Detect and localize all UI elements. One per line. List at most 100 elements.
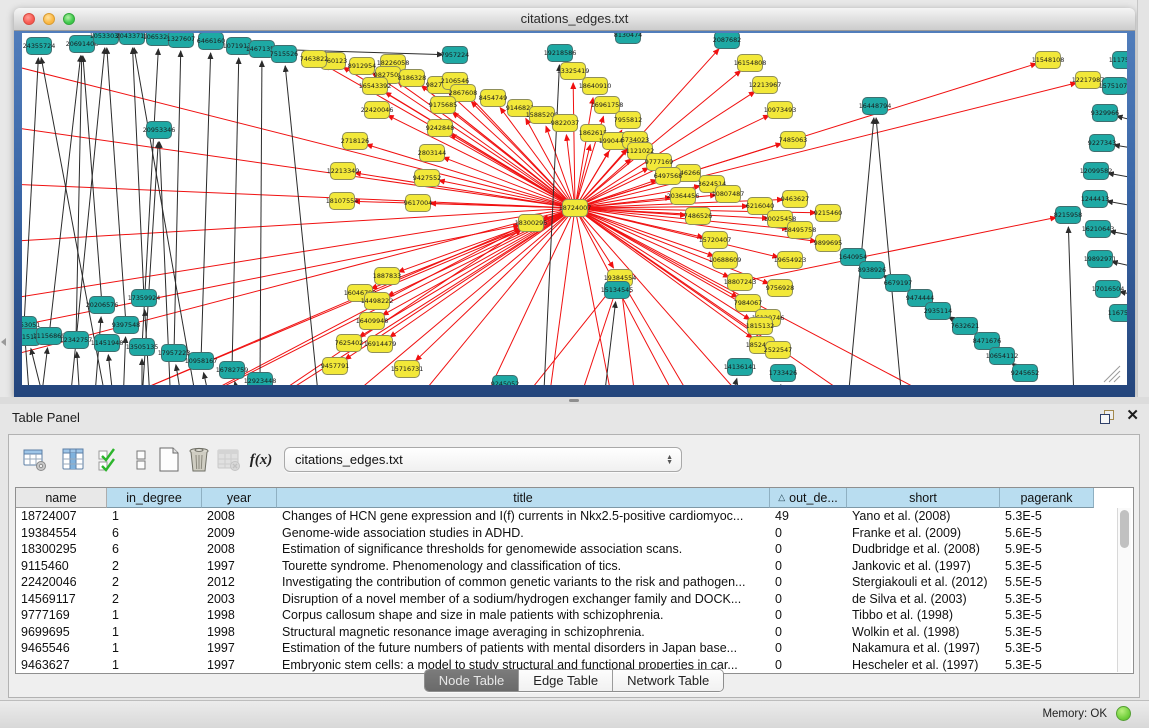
network-node[interactable]: 18724007 — [559, 200, 592, 217]
network-edge[interactable] — [232, 58, 239, 370]
network-node[interactable]: 8912954 — [348, 58, 376, 75]
column-visibility-button[interactable] — [59, 446, 87, 474]
table-cell[interactable]: 5.3E-5 — [1000, 508, 1094, 525]
network-node[interactable]: 9245052 — [491, 376, 519, 386]
table-cell[interactable]: Yano et al. (2008) — [847, 508, 1000, 525]
table-cell[interactable]: de Silva et al. (2003) — [847, 591, 1000, 608]
network-node[interactable]: 7632621 — [951, 318, 979, 335]
network-node[interactable]: 18640910 — [579, 78, 612, 95]
network-node[interactable]: 8454749 — [479, 90, 507, 107]
network-node[interactable]: 16961758 — [591, 97, 624, 114]
network-node[interactable]: 2522547 — [764, 342, 792, 359]
table-row[interactable]: 969969511998Structural magnetic resonanc… — [16, 624, 1133, 641]
network-node[interactable]: 13325419 — [557, 63, 590, 80]
network-edge[interactable] — [52, 228, 520, 385]
network-node[interactable]: 11548108 — [1032, 52, 1065, 69]
tab-edge-table[interactable]: Edge Table — [519, 670, 613, 691]
table-cell[interactable]: 5.3E-5 — [1000, 591, 1094, 608]
table-cell[interactable]: 0 — [770, 591, 847, 608]
network-node[interactable]: 16154808 — [734, 55, 767, 72]
scrollbar-thumb[interactable] — [1120, 510, 1129, 548]
network-edge[interactable] — [22, 225, 519, 333]
table-cell[interactable]: 0 — [770, 607, 847, 624]
network-node[interactable]: 24355724 — [23, 38, 56, 55]
table-cell[interactable]: 9777169 — [16, 607, 107, 624]
table-cell[interactable]: Nakamura et al. (1997) — [847, 640, 1000, 657]
network-node[interactable]: 19654923 — [774, 252, 807, 269]
network-node[interactable]: 11175313 — [1109, 52, 1127, 69]
memory-status-icon[interactable] — [1116, 706, 1131, 721]
table-cell[interactable]: 2009 — [202, 525, 277, 542]
network-node[interactable]: 9397548 — [112, 317, 140, 334]
table-cell[interactable]: 14569117 — [16, 591, 107, 608]
table-cell[interactable]: 1998 — [202, 624, 277, 641]
table-cell[interactable]: 9699695 — [16, 624, 107, 641]
table-cell[interactable]: 6 — [107, 541, 202, 558]
network-edge[interactable] — [204, 373, 217, 385]
network-node[interactable]: 17359924 — [128, 290, 161, 307]
table-cell[interactable]: 5.3E-5 — [1000, 607, 1094, 624]
tab-network-table[interactable]: Network Table — [613, 670, 723, 691]
close-panel-icon[interactable]: ✕ — [1126, 408, 1139, 424]
table-cell[interactable]: 0 — [770, 541, 847, 558]
window-titlebar[interactable]: citations_edges.txt — [14, 8, 1135, 31]
table-cell[interactable]: 5.3E-5 — [1000, 558, 1094, 575]
network-edge[interactable] — [1117, 116, 1127, 128]
table-cell[interactable]: 2 — [107, 591, 202, 608]
table-cell[interactable]: Tourette syndrome. Phenomenology and cla… — [277, 558, 770, 575]
table-options-button[interactable] — [21, 446, 49, 474]
network-node[interactable]: 14498222 — [361, 293, 394, 310]
new-table-button[interactable] — [155, 446, 183, 474]
table-selector-dropdown[interactable]: citations_edges.txt ▲▼ — [284, 447, 682, 472]
table-row[interactable]: 1872400712008Changes of HCN gene express… — [16, 508, 1133, 525]
network-node[interactable]: 1167531 — [1108, 305, 1127, 322]
table-cell[interactable]: 18300295 — [16, 541, 107, 558]
table-cell[interactable]: 0 — [770, 525, 847, 542]
table-cell[interactable]: Tibbo et al. (1998) — [847, 607, 1000, 624]
network-edge[interactable] — [1068, 227, 1075, 385]
network-node[interactable]: 12213967 — [749, 77, 782, 94]
network-node[interactable]: 6466160 — [197, 33, 225, 50]
network-node[interactable]: 7984067 — [734, 295, 762, 312]
table-row[interactable]: 2242004622012Investigating the contribut… — [16, 574, 1133, 591]
network-edge[interactable] — [22, 63, 575, 208]
network-node[interactable]: 11451948 — [91, 335, 124, 352]
table-cell[interactable]: 2003 — [202, 591, 277, 608]
delete-column-button[interactable] — [185, 446, 213, 474]
network-node[interactable]: 7955812 — [614, 112, 642, 129]
table-cell[interactable]: Estimation of significance thresholds fo… — [277, 541, 770, 558]
table-row[interactable]: 1938455462009Genome-wide association stu… — [16, 525, 1133, 542]
column-header-title[interactable]: title — [277, 488, 770, 508]
table-cell[interactable]: 6 — [107, 525, 202, 542]
network-node[interactable]: 13505135 — [126, 339, 159, 356]
column-header-out-de-[interactable]: △out_de... — [770, 488, 847, 508]
network-node[interactable]: 7957224 — [441, 47, 469, 64]
network-node[interactable]: 7463822 — [300, 51, 328, 68]
network-edge[interactable] — [443, 157, 575, 208]
network-node[interactable]: 9245652 — [1011, 365, 1039, 382]
table-row[interactable]: 1456911722003Disruption of a novel membe… — [16, 591, 1133, 608]
network-node[interactable]: 9242848 — [426, 120, 454, 137]
network-canvas[interactable]: 1872400718300295193845548860123891295418… — [22, 33, 1127, 385]
table-cell[interactable]: Corpus callosum shape and size in male p… — [277, 607, 770, 624]
network-node[interactable]: 12342757 — [60, 332, 93, 349]
network-node[interactable]: 9215460 — [814, 205, 842, 222]
network-node[interactable]: 10973493 — [764, 102, 797, 119]
column-header-name[interactable]: name — [16, 488, 107, 508]
network-node[interactable]: 17016504 — [1092, 281, 1125, 298]
network-node[interactable]: 14136141 — [724, 359, 757, 376]
network-node[interactable]: 7515526 — [270, 46, 298, 63]
table-cell[interactable]: Franke et al. (2009) — [847, 525, 1000, 542]
table-cell[interactable]: 0 — [770, 558, 847, 575]
network-node[interactable]: 16914479 — [364, 336, 397, 353]
network-node[interactable]: 9899695 — [814, 235, 842, 252]
network-node[interactable]: 8130474 — [614, 33, 642, 44]
network-node[interactable]: 15716731 — [391, 361, 424, 378]
network-node[interactable]: 18107554 — [326, 193, 359, 210]
network-node[interactable]: 1244413 — [1081, 191, 1109, 208]
network-node[interactable]: 12923448 — [244, 373, 277, 386]
network-node[interactable]: 1733426 — [769, 365, 797, 382]
network-edge[interactable] — [1107, 201, 1127, 211]
network-edge[interactable] — [260, 61, 262, 381]
network-edge[interactable] — [83, 56, 102, 305]
